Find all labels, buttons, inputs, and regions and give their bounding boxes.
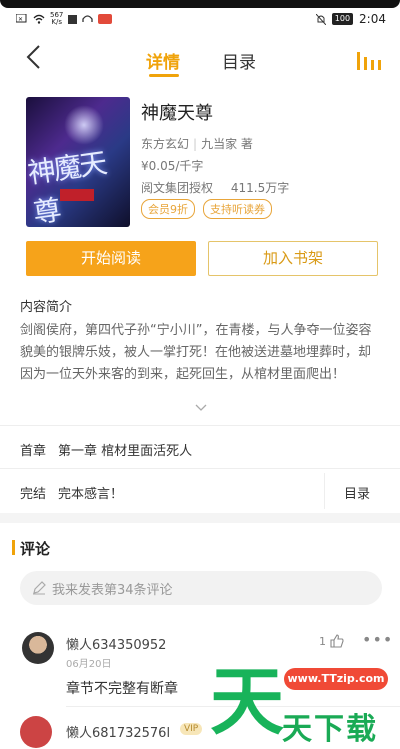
vertical-divider	[324, 473, 325, 509]
tag-member-discount[interactable]: 会员9折	[141, 199, 195, 219]
expand-chevron-icon[interactable]	[195, 404, 207, 412]
book-tags: 会员9折 支持听读券	[141, 199, 272, 219]
mute-icon	[315, 13, 326, 25]
cover-badge	[60, 189, 94, 201]
watermark-text: 天下载	[282, 712, 378, 747]
comment-input[interactable]: 我来发表第34条评论	[20, 571, 382, 605]
comment-username[interactable]: 懒人634350952	[66, 634, 166, 653]
tab-detail[interactable]: 详情	[146, 48, 180, 73]
like-count: 1	[319, 634, 326, 648]
cover-title-art: 神魔天尊	[26, 146, 108, 227]
add-to-bookshelf-button[interactable]: 加入书架	[208, 241, 378, 276]
book-publisher-wordcount: 阅文集团授权 411.5万字	[141, 179, 289, 196]
status-right: 100 2:04	[315, 12, 386, 26]
more-options-icon[interactable]: •••	[362, 630, 393, 649]
status-bar: ✕ 567 K/s 100 2:04	[0, 0, 400, 40]
like-button[interactable]: 1	[319, 634, 344, 648]
completion-label: 完结	[20, 487, 47, 502]
watermark-url: www.TTzip.com	[284, 668, 388, 690]
intro-text: 剑阁侯府，第四代子孙“宁小川”，在青楼，与人争夺一位姿容貌美的银牌乐妓，被人一掌…	[20, 323, 372, 382]
app-notification-icon	[98, 14, 113, 24]
status-left: ✕ 567 K/s	[16, 12, 113, 26]
book-title: 神魔天尊	[141, 103, 213, 124]
svg-text:✕: ✕	[18, 16, 23, 23]
network-speed-unit: K/s	[51, 18, 62, 26]
screen-notch	[0, 0, 400, 8]
cover-glow	[64, 105, 104, 145]
completion-row[interactable]: 完结 完本感言！	[20, 483, 123, 502]
comment-input-placeholder: 我来发表第34条评论	[52, 582, 173, 598]
top-navigation: 详情 目录	[0, 40, 400, 78]
site-watermark: 天 www.TTzip.com 天下载	[210, 662, 400, 749]
book-price: ¥0.05/千字	[141, 159, 204, 173]
book-cover-image[interactable]: 神魔天尊	[26, 97, 130, 227]
book-genre-author: 东方玄幻 | 九当家 著	[141, 135, 253, 152]
headphones-icon	[82, 15, 94, 22]
book-word-count: 411.5万字	[230, 181, 290, 195]
tag-listening-voucher[interactable]: 支持听读券	[203, 199, 272, 219]
book-publisher: 阅文集团授权	[141, 181, 214, 195]
pencil-icon	[33, 581, 46, 595]
vip-badge: VIP	[180, 723, 203, 735]
catalog-link[interactable]: 目录	[344, 483, 370, 502]
wifi-icon	[33, 14, 45, 24]
audio-bars-icon[interactable]	[356, 50, 382, 70]
section-gap	[0, 513, 400, 523]
thumbs-up-icon	[330, 634, 344, 648]
comment-username[interactable]: 懒人681732576l	[66, 722, 170, 741]
start-reading-button[interactable]: 开始阅读	[26, 241, 196, 276]
comment-date: 06月20日	[66, 659, 112, 670]
separator: |	[193, 137, 198, 151]
intro-heading: 内容简介	[20, 300, 73, 315]
avatar[interactable]	[22, 632, 54, 664]
back-arrow-icon[interactable]	[22, 44, 46, 70]
comments-heading: 评论	[20, 540, 51, 558]
divider	[0, 468, 400, 469]
divider	[0, 425, 400, 426]
tab-catalog[interactable]: 目录	[222, 48, 256, 73]
avatar[interactable]	[20, 716, 52, 748]
active-tab-indicator	[149, 74, 179, 77]
battery-indicator: 100	[331, 13, 354, 25]
network-speed: 567 K/s	[50, 12, 63, 26]
square-icon	[68, 14, 78, 24]
completion-note: 完本感言！	[58, 487, 124, 502]
first-chapter-name: 第一章 棺材里面活死人	[58, 444, 193, 459]
book-genre[interactable]: 东方玄幻	[141, 137, 189, 151]
comment-text: 章节不完整有断章	[66, 681, 178, 697]
book-author[interactable]: 九当家 著	[201, 137, 253, 151]
clock: 2:04	[359, 12, 386, 26]
first-chapter-label: 首章	[20, 444, 47, 459]
comment-heading-accent	[12, 540, 15, 555]
signal-icon: ✕	[16, 14, 27, 23]
watermark-big-char: 天	[210, 659, 284, 745]
first-chapter-row[interactable]: 首章 第一章 棺材里面活死人	[20, 440, 192, 459]
